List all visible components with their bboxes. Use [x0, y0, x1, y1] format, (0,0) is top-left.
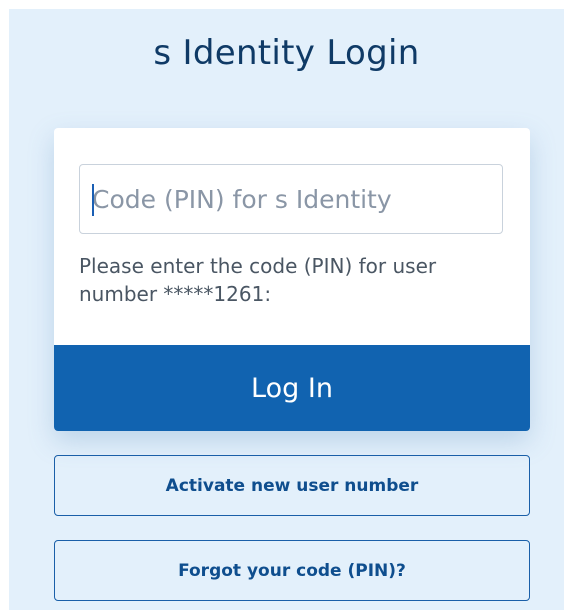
login-card: Please enter the code (PIN) for user num… [54, 128, 530, 431]
activate-user-number-button[interactable]: Activate new user number [54, 455, 530, 516]
text-cursor [92, 184, 94, 216]
login-screen: s Identity Login Please enter the code (… [9, 9, 564, 610]
page-title: s Identity Login [153, 33, 420, 73]
pin-input[interactable] [80, 165, 502, 233]
pin-field[interactable] [79, 164, 503, 234]
pin-hint-text: Please enter the code (PIN) for user num… [79, 254, 437, 306]
login-button[interactable]: Log In [54, 345, 530, 431]
forgot-pin-button[interactable]: Forgot your code (PIN)? [54, 540, 530, 601]
